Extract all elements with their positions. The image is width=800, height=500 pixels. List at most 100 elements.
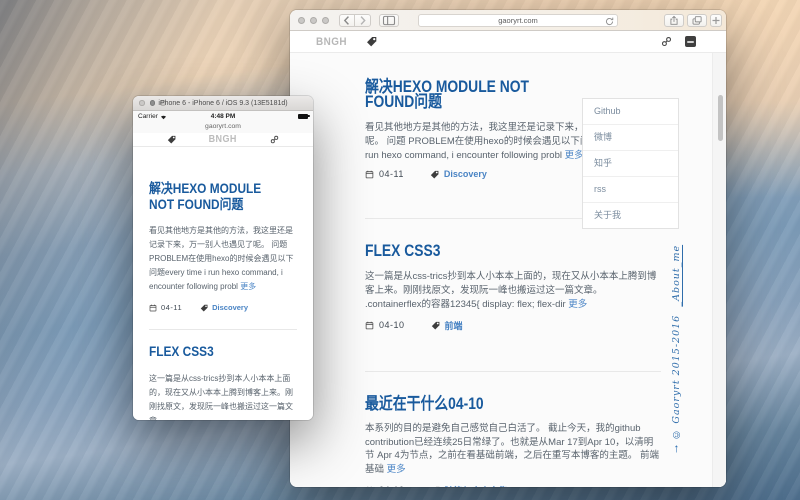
article-title-link[interactable]: FLEX CSS3 bbox=[365, 244, 614, 259]
header-right-icons bbox=[661, 36, 696, 47]
article-excerpt: 这一篇是从css-trics抄到本人小本本上面的，现在又从小本本上腾到博客上来。… bbox=[149, 372, 297, 421]
article: FLEX CSS3 这一篇是从css-trics抄到本人小本本上面的，现在又从小… bbox=[365, 219, 661, 350]
back-button[interactable] bbox=[339, 14, 355, 27]
article: 最近在干什么04-10 本系列的目的是避免自己感觉自己白活了。 截止今天，我的g… bbox=[365, 372, 661, 487]
menu-item-github[interactable]: Github bbox=[583, 99, 678, 125]
tag-icon bbox=[430, 170, 439, 179]
tags-button[interactable] bbox=[366, 36, 377, 47]
page-content: 解决HEXO MODULE NOT FOUND问题 看见其他地方是其他的方法，我… bbox=[290, 53, 726, 487]
footer-text: © Gaoryrt 2015-2016 _About_me bbox=[671, 235, 682, 440]
site-header: BNGH bbox=[133, 133, 313, 147]
share-icon bbox=[665, 15, 683, 26]
ios-url-bar[interactable]: gaoryrt.com bbox=[133, 122, 313, 133]
excerpt-text: 看见其他地方是其他的方法，我这里还是记录下来，万一别人也遇见了呢。 问题 PRO… bbox=[149, 226, 293, 291]
link-icon bbox=[661, 36, 672, 47]
article: 解决HEXO MODULE NOT FOUND问题 看见其他地方是其他的方法，我… bbox=[149, 147, 297, 312]
zoom-button[interactable] bbox=[322, 17, 329, 24]
article-tag-link[interactable]: 随笔与个人文集 bbox=[445, 484, 508, 487]
read-more-link[interactable]: 更多 bbox=[568, 299, 587, 310]
page-content: 解决HEXO MODULE NOT FOUND问题 看见其他地方是其他的方法，我… bbox=[133, 147, 313, 420]
article-title-link[interactable]: 解决HEXO MODULE NOT FOUND问题 bbox=[149, 181, 263, 212]
toolbar-right-buttons bbox=[664, 14, 722, 27]
plus-icon bbox=[711, 15, 721, 26]
permalink-button[interactable] bbox=[270, 135, 279, 144]
article-excerpt: 看见其他地方是其他的方法，我这里还是记录下来，万一别人也遇见了呢。 问题 PRO… bbox=[149, 224, 297, 294]
link-icon bbox=[270, 135, 279, 144]
menu-item-weibo[interactable]: 微博 bbox=[583, 125, 678, 151]
url-text: gaoryrt.com bbox=[498, 16, 538, 25]
article-date: 04-10 bbox=[379, 320, 405, 330]
simulator-window: iPhone 6 - iPhone 6 / iOS 9.3 (13E5181d)… bbox=[133, 96, 313, 420]
tags-button[interactable] bbox=[167, 135, 176, 144]
article-title-link[interactable]: 最近在干什么04-10 bbox=[365, 397, 614, 412]
article-title-link[interactable]: 解决HEXO MODULE NOT FOUND问题 bbox=[365, 80, 560, 110]
article-date: 04-11 bbox=[379, 169, 404, 179]
menu-item-about[interactable]: 关于我 bbox=[583, 203, 678, 228]
calendar-icon bbox=[365, 486, 374, 487]
nav-buttons bbox=[339, 14, 371, 27]
desktop-wallpaper: gaoryrt.com BNGH bbox=[0, 0, 800, 500]
article-date: 04-10 bbox=[379, 485, 405, 487]
sidebar-button[interactable] bbox=[379, 14, 399, 27]
article-tag-link[interactable]: Discovery bbox=[212, 303, 248, 312]
article-tag: 前端 bbox=[431, 319, 463, 332]
sidebar-icon bbox=[380, 15, 398, 26]
site-dropdown-menu: Github 微博 知乎 rss 关于我 bbox=[582, 98, 679, 229]
minimize-button[interactable] bbox=[310, 17, 317, 24]
refresh-icon bbox=[605, 17, 614, 26]
url-field[interactable]: gaoryrt.com bbox=[418, 14, 618, 27]
tabs-icon bbox=[688, 15, 706, 26]
site-header: BNGH bbox=[290, 31, 726, 53]
excerpt-text: 这一篇是从css-trics抄到本人小本本上面的，现在又从小本本上腾到博客上来。… bbox=[149, 374, 293, 421]
share-button[interactable] bbox=[664, 14, 684, 27]
chevron-left-icon bbox=[340, 15, 354, 26]
copyright-text: © Gaoryrt 2015-2016 bbox=[671, 315, 682, 440]
article-tag: Discovery bbox=[430, 169, 487, 179]
refresh-button[interactable] bbox=[605, 17, 614, 26]
article-meta: 04-10 前端 bbox=[365, 319, 661, 332]
back-to-top-button[interactable]: ↑ bbox=[674, 443, 680, 453]
tab-overview-button[interactable] bbox=[687, 14, 707, 27]
tag-icon bbox=[431, 486, 440, 487]
close-button[interactable] bbox=[298, 17, 305, 24]
forward-button[interactable] bbox=[355, 14, 371, 27]
calendar-icon bbox=[365, 170, 374, 179]
article-meta: 04-10 随笔与个人文集 bbox=[365, 484, 661, 487]
safari-window: gaoryrt.com BNGH bbox=[290, 10, 726, 487]
article-title-link[interactable]: FLEX CSS3 bbox=[149, 344, 279, 360]
article-tag: 随笔与个人文集 bbox=[431, 484, 508, 487]
about-me-link[interactable]: _About_me bbox=[671, 245, 682, 307]
article-excerpt: 本系列的目的是避免自己感觉自己白活了。 截止今天，我的github contri… bbox=[365, 422, 661, 477]
tag-icon bbox=[431, 321, 440, 330]
read-more-link[interactable]: 更多 bbox=[387, 464, 406, 475]
site-title: BNGH bbox=[209, 134, 237, 145]
read-more-link[interactable]: 更多 bbox=[240, 282, 256, 291]
article-date: 04-11 bbox=[161, 303, 182, 312]
menu-item-rss[interactable]: rss bbox=[583, 177, 678, 203]
menu-item-zhihu[interactable]: 知乎 bbox=[583, 151, 678, 177]
tag-icon bbox=[366, 36, 377, 47]
tag-icon bbox=[167, 135, 176, 144]
article-excerpt: 这一篇是从css-trics抄到本人小本本上面的，现在又从小本本上腾到博客上来。… bbox=[365, 270, 661, 311]
new-tab-button[interactable] bbox=[710, 14, 722, 27]
safari-toolbar: gaoryrt.com bbox=[290, 10, 726, 31]
status-time: 4:48 PM bbox=[133, 113, 313, 120]
site-title: BNGH bbox=[316, 36, 347, 48]
article-tag-link[interactable]: 前端 bbox=[445, 319, 463, 332]
article: FLEX CSS3 这一篇是从css-trics抄到本人小本本上面的，现在又从小… bbox=[149, 330, 297, 420]
calendar-icon bbox=[365, 321, 374, 330]
scrollbar[interactable] bbox=[718, 95, 723, 141]
window-title: iPhone 6 - iPhone 6 / iOS 9.3 (13E5181d) bbox=[133, 100, 313, 107]
article-tag: Discovery bbox=[200, 303, 248, 312]
vertical-footer: © Gaoryrt 2015-2016 _About_me ↑ bbox=[671, 235, 682, 453]
tag-icon bbox=[200, 304, 208, 312]
article-tag-link[interactable]: Discovery bbox=[444, 169, 487, 179]
site-menu-icon[interactable] bbox=[685, 36, 696, 47]
read-more-link[interactable]: 更多 bbox=[565, 150, 584, 161]
excerpt-text: 本系列的目的是避免自己感觉自己白活了。 截止今天，我的github contri… bbox=[365, 423, 659, 475]
excerpt-text: 这一篇是从css-trics抄到本人小本本上面的，现在又从小本本上腾到博客上来。… bbox=[365, 271, 656, 310]
permalink-button[interactable] bbox=[661, 36, 672, 47]
ios-status-bar: Carrier 4:48 PM bbox=[133, 111, 313, 122]
traffic-lights bbox=[298, 17, 329, 24]
simulator-titlebar: iPhone 6 - iPhone 6 / iOS 9.3 (13E5181d) bbox=[133, 96, 313, 111]
